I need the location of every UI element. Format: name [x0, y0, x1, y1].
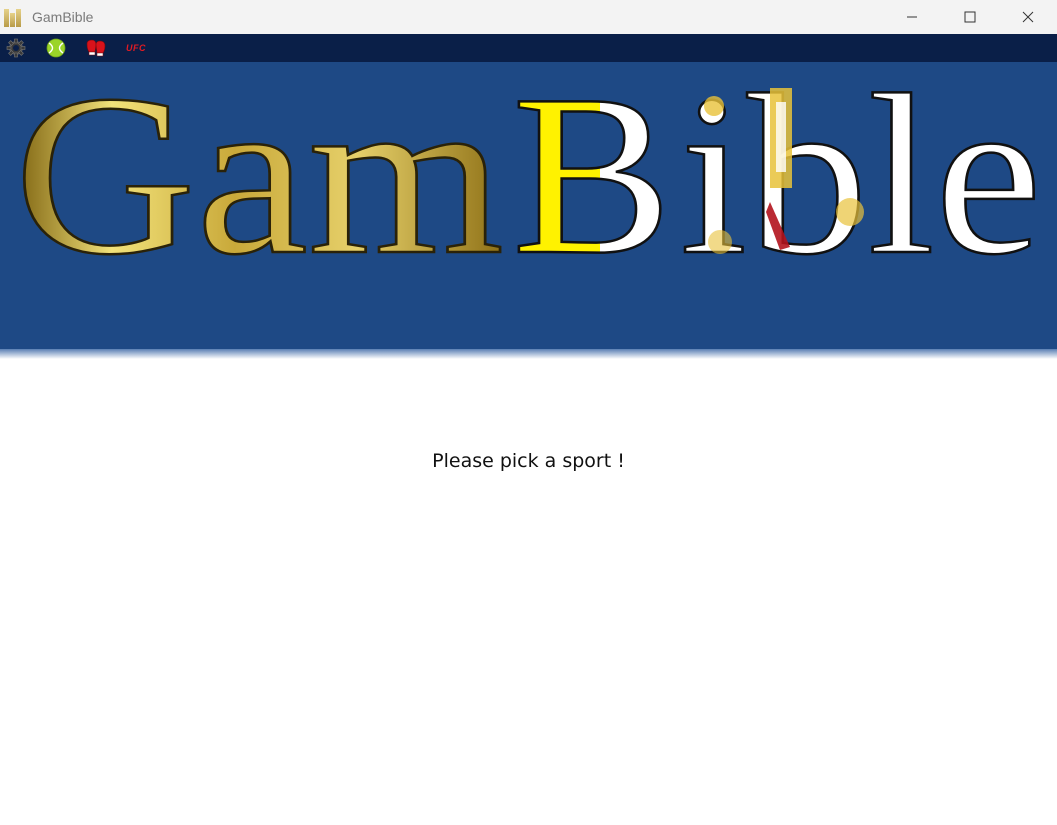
settings-button[interactable]: [2, 34, 30, 62]
boxing-button[interactable]: [82, 34, 110, 62]
minimize-button[interactable]: [883, 0, 941, 34]
svg-text:ible: ible: [680, 62, 1042, 302]
maximize-icon: [964, 11, 976, 23]
tennis-ball-icon: [46, 38, 66, 58]
title-bar: GamBible: [0, 0, 1057, 34]
minimize-icon: [907, 16, 917, 18]
close-icon: [1022, 11, 1034, 23]
window-controls: [883, 0, 1057, 34]
maximize-button[interactable]: [941, 0, 999, 34]
banner-divider: [0, 349, 1057, 359]
gear-icon: [6, 38, 26, 58]
close-button[interactable]: [999, 0, 1057, 34]
app-window: GamBible UFC Gam B ible Please pick a sp…: [0, 0, 1057, 825]
gambible-logo: Gam B ible: [13, 62, 1044, 303]
sport-toolbar: UFC: [0, 34, 1057, 62]
header-banner: Gam B ible: [0, 62, 1057, 352]
pick-sport-message: Please pick a sport !: [432, 450, 625, 472]
window-title: GamBible: [32, 9, 94, 25]
tennis-button[interactable]: [42, 34, 70, 62]
ufc-button[interactable]: UFC: [122, 34, 150, 62]
app-icon: [4, 7, 24, 27]
main-content: Please pick a sport !: [0, 360, 1057, 825]
boxing-gloves-icon: [86, 39, 106, 57]
ufc-icon: UFC: [126, 43, 146, 53]
svg-text:B: B: [512, 62, 672, 302]
svg-text:Gam: Gam: [14, 62, 504, 302]
